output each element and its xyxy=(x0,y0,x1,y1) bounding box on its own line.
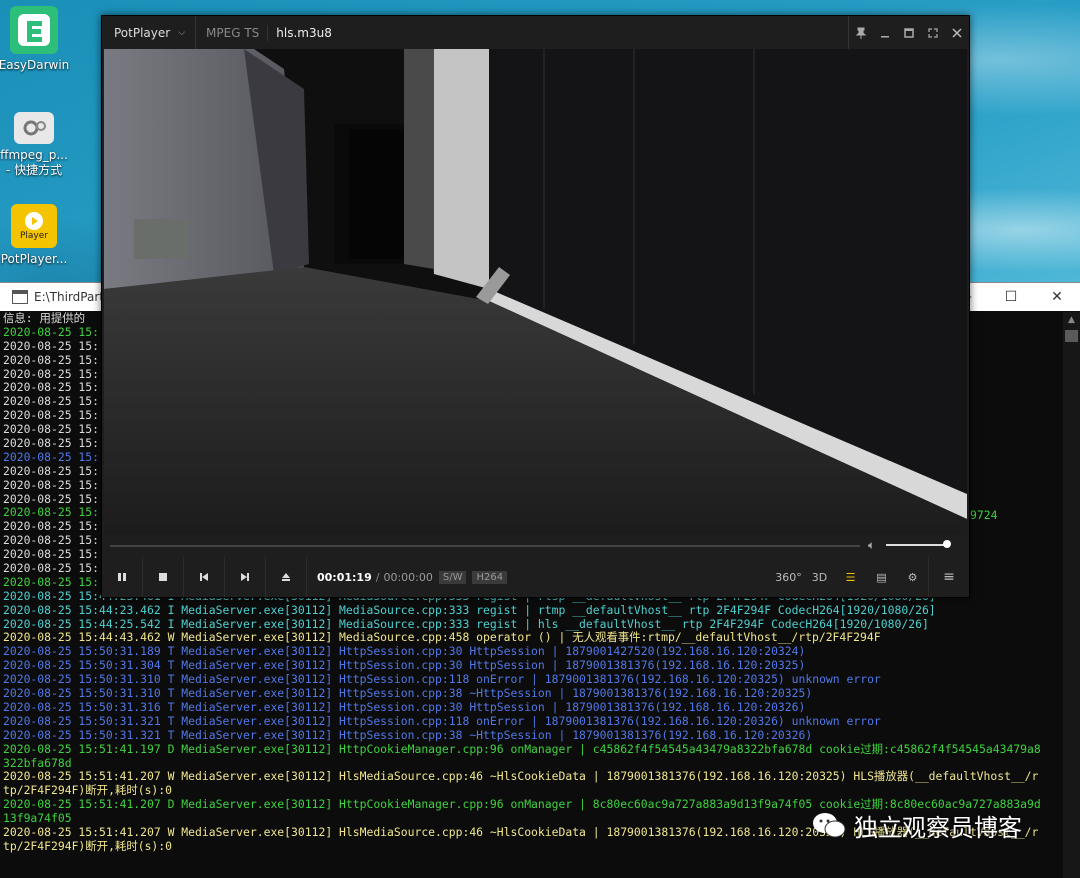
previous-button[interactable] xyxy=(184,557,225,597)
console-scrollbar[interactable]: ▲ xyxy=(1063,312,1080,878)
volume-icon[interactable]: 🔈︎ xyxy=(868,538,875,553)
console-line: 2020-08-25 15:50:31.321 T MediaServer.ex… xyxy=(3,727,813,742)
console-overflow-text: 9724 xyxy=(970,508,998,522)
chapters-icon[interactable]: ▤ xyxy=(866,571,897,584)
gear-icon xyxy=(14,112,54,144)
potplayer-icon: Player xyxy=(11,204,57,248)
console-line: 2020-08-25 15:51:41.207 W MediaServer.ex… xyxy=(3,769,1039,784)
potplayer-icon-text: Player xyxy=(19,231,48,241)
watermark: 独立观察员博客 xyxy=(812,808,1022,843)
previous-icon xyxy=(200,573,208,581)
desktop-icon-potplayer[interactable]: Player PotPlayer... xyxy=(0,204,74,267)
console-line: 2020-08-25 15:44:23.462 I MediaServer.ex… xyxy=(3,602,936,617)
console-line: 2020-08-25 15:44:43.462 W MediaServer.ex… xyxy=(3,630,881,645)
desktop-icon-label: ffmpeg_p... - 快捷方式 xyxy=(0,148,68,177)
eject-icon xyxy=(282,573,290,581)
scroll-thumb[interactable] xyxy=(1065,330,1078,342)
seek-bar-area: 🔈︎ xyxy=(102,535,969,557)
next-button[interactable] xyxy=(225,557,266,597)
console-icon xyxy=(12,290,28,304)
chevron-down-icon: ⌵ xyxy=(178,27,186,38)
watermark-text: 独立观察员博客 xyxy=(854,814,1022,842)
time-separator: / xyxy=(375,570,380,584)
decoder-badge[interactable]: S/W xyxy=(438,570,467,584)
scroll-up-icon[interactable]: ▲ xyxy=(1063,312,1080,329)
pin-icon[interactable] xyxy=(849,16,873,49)
console-line: 2020-08-25 15:50:31.310 T MediaServer.ex… xyxy=(3,672,881,687)
easydarwin-icon xyxy=(10,6,58,54)
console-line: 2020-08-25 15:50:31.316 T MediaServer.ex… xyxy=(3,699,806,714)
console-title: E:\ThirdPart xyxy=(34,290,104,304)
settings-gear-icon[interactable]: ⚙ xyxy=(897,571,928,584)
eject-button[interactable] xyxy=(266,557,307,597)
minimize-icon[interactable] xyxy=(873,16,897,49)
console-line: 2020-08-25 15:50:31.189 T MediaServer.ex… xyxy=(3,644,806,659)
volume-knob[interactable] xyxy=(943,540,951,548)
next-icon xyxy=(241,573,249,581)
3d-button[interactable]: 3D xyxy=(804,571,835,584)
maximize-button[interactable]: ☐ xyxy=(988,289,1034,305)
player-menu-button[interactable]: PotPlayer ⌵ xyxy=(102,16,197,49)
stop-button[interactable] xyxy=(143,557,184,597)
desktop-icon-ffmpeg[interactable]: ffmpeg_p... - 快捷方式 xyxy=(0,108,74,178)
codec-badge: H264 xyxy=(472,570,508,584)
desktop-icon-label: EasyDarwin xyxy=(0,58,70,72)
console-line: 2020-08-25 15:51:41.197 D MediaServer.ex… xyxy=(3,741,1041,756)
console-line: tp/2F4F294F)断开,耗时(s):0 xyxy=(3,783,173,798)
desktop-icon-label: PotPlayer... xyxy=(0,252,68,266)
vr360-button[interactable]: 360° xyxy=(773,571,804,584)
pause-button[interactable] xyxy=(102,557,143,597)
close-icon[interactable] xyxy=(945,16,969,49)
playlist-search-icon[interactable]: ☰ xyxy=(835,571,866,584)
desktop-icon-easydarwin[interactable]: EasyDarwin xyxy=(0,6,74,73)
console-line: 322bfa678d xyxy=(3,755,72,770)
console-line: 2020-08-25 15:44:25.542 I MediaServer.ex… xyxy=(3,616,929,631)
player-titlebar[interactable]: PotPlayer ⌵ MPEG TS hls.m3u8 xyxy=(102,16,969,49)
file-name: hls.m3u8 xyxy=(276,25,332,40)
console-line: 2020-08-25 15:50:31.321 T MediaServer.ex… xyxy=(3,713,881,728)
close-button[interactable]: ✕ xyxy=(1034,289,1080,305)
hamburger-menu-icon[interactable]: ≡ xyxy=(928,557,969,597)
time-current: 00:01:19 xyxy=(317,570,372,584)
player-brand: PotPlayer xyxy=(114,25,171,40)
console-line: 2020-08-25 15:50:31.304 T MediaServer.ex… xyxy=(3,658,806,673)
stop-icon xyxy=(159,573,167,581)
console-line: 2020-08-25 15:50:31.310 T MediaServer.ex… xyxy=(3,686,813,701)
fullscreen-icon[interactable] xyxy=(921,16,945,49)
volume-slider[interactable] xyxy=(886,544,949,546)
wechat-icon xyxy=(813,812,846,837)
video-frame[interactable] xyxy=(104,49,967,535)
seek-bar[interactable] xyxy=(110,545,860,547)
potplayer-window[interactable]: PotPlayer ⌵ MPEG TS hls.m3u8 🔈︎ 00:01:19… xyxy=(101,15,970,598)
maximize-icon[interactable] xyxy=(897,16,921,49)
pause-icon xyxy=(118,573,126,581)
time-total: 00:00:00 xyxy=(383,570,433,584)
control-bar: 00:01:19 / 00:00:00 S/W H264 360° 3D ☰ ▤… xyxy=(102,557,969,597)
format-label: MPEG TS xyxy=(196,24,269,41)
